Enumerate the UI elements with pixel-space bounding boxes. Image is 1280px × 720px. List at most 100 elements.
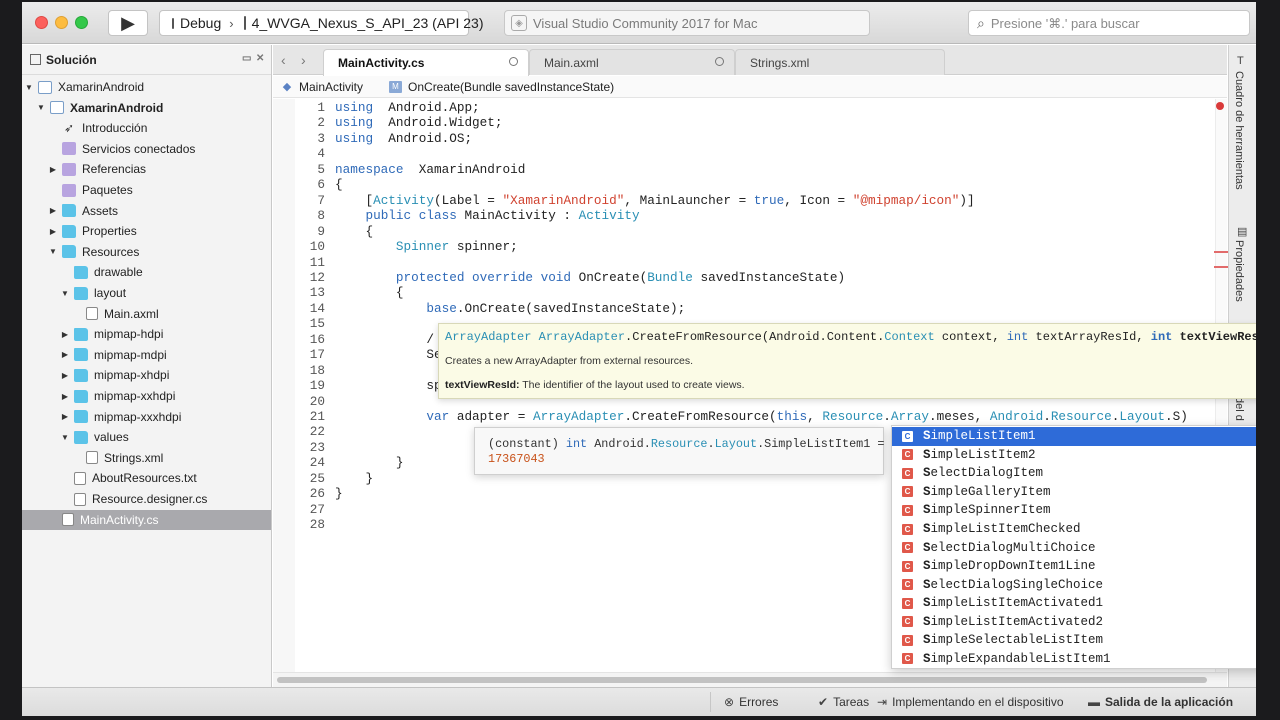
completion-item[interactable]: C SimpleGalleryItem — [892, 483, 1256, 502]
tasks-pad-button[interactable]: ✔ Tareas — [818, 695, 869, 709]
tree-item-label: Introducción — [82, 121, 148, 136]
collapsed-arrow-icon[interactable]: ▶ — [60, 371, 70, 380]
completion-item[interactable]: C SimpleDropDownItem1Line — [892, 557, 1256, 576]
tree-item[interactable]: ▶ Properties — [22, 221, 271, 241]
constant-icon: C — [902, 542, 913, 554]
constant-icon: C — [902, 449, 913, 461]
tree-item[interactable]: Strings.xml — [22, 448, 271, 468]
constant-value: 17367043 — [488, 452, 545, 466]
completion-item[interactable]: C SimpleListItemActivated1 — [892, 594, 1256, 613]
expanded-arrow-icon[interactable]: ▼ — [60, 289, 70, 298]
tab-main-axml[interactable]: Main.axml — [529, 49, 735, 75]
minimize-window-button[interactable] — [55, 16, 68, 29]
tree-item[interactable]: ▼ layout — [22, 283, 271, 303]
tree-item[interactable]: Resource.designer.cs — [22, 489, 271, 509]
run-button[interactable]: ▶ — [108, 10, 148, 36]
completion-item[interactable]: C SimpleExpandableListItem1 — [892, 650, 1256, 668]
completion-item[interactable]: C SimpleSelectableListItem — [892, 631, 1256, 650]
collapsed-arrow-icon[interactable]: ▶ — [60, 330, 70, 339]
line-number: 1 — [317, 100, 325, 115]
application-output-pad-button[interactable]: ▬ Salida de la aplicación — [1088, 695, 1233, 709]
run-configuration-selector[interactable]: Debug › 4_WVGA_Nexus_S_API_23 (API 23) — [159, 10, 484, 36]
nav-back-icon[interactable]: ‹ — [281, 52, 286, 68]
collapsed-arrow-icon[interactable]: ▶ — [60, 350, 70, 359]
tree-item[interactable]: ▶ mipmap-mdpi — [22, 345, 271, 365]
tab-mainactivity[interactable]: MainActivity.cs — [323, 49, 529, 76]
completion-item[interactable]: C SimpleListItem1 — [892, 427, 1256, 446]
tree-item[interactable]: ▼ values — [22, 427, 271, 447]
scroll-thumb[interactable] — [277, 677, 1207, 683]
code-line: 9 { — [295, 224, 1227, 240]
properties-pad-tab[interactable]: Propiedades — [1233, 240, 1245, 302]
expanded-arrow-icon[interactable]: ▼ — [60, 433, 70, 442]
nav-forward-icon[interactable]: › — [301, 52, 306, 68]
tree-item-label: mipmap-xxxhdpi — [94, 409, 182, 424]
completion-item[interactable]: C SelectDialogMultiChoice — [892, 538, 1256, 557]
breadcrumb-class[interactable]: MainActivity — [299, 80, 363, 94]
tree-item[interactable]: Servicios conectados — [22, 139, 271, 159]
completion-item[interactable]: C SimpleListItemChecked — [892, 520, 1256, 539]
tree-item[interactable]: ▼ XamarinAndroid — [22, 77, 271, 97]
collapsed-arrow-icon[interactable]: ▶ — [48, 227, 58, 236]
tree-item[interactable]: Main.axml — [22, 304, 271, 324]
tree-item[interactable]: drawable — [22, 262, 271, 282]
tab-strings-xml[interactable]: Strings.xml — [735, 49, 945, 75]
completion-list[interactable]: C SimpleListItem1 C SimpleListItem2 C SelectD… — [891, 425, 1256, 669]
tree-item[interactable]: ▶ mipmap-xhdpi — [22, 365, 271, 385]
tree-item[interactable]: ▶ mipmap-xxxhdpi — [22, 407, 271, 427]
completion-item[interactable]: C SimpleSpinnerItem — [892, 501, 1256, 520]
tab-label: Main.axml — [544, 55, 599, 70]
deploy-label: Implementando en el dispositivo — [892, 695, 1064, 709]
pad-options-icon[interactable]: ▭ — [242, 53, 251, 64]
completion-item[interactable]: C SelectDialogItem — [892, 464, 1256, 483]
deploy-pad-button[interactable]: ⇥ Implementando en el dispositivo — [877, 695, 1064, 709]
collapsed-arrow-icon[interactable]: ▶ — [60, 392, 70, 401]
tree-item[interactable]: ▶ Assets — [22, 201, 271, 221]
breadcrumb-method[interactable]: OnCreate(Bundle savedInstanceState) — [408, 80, 614, 94]
maximize-window-button[interactable] — [75, 16, 88, 29]
collapsed-arrow-icon[interactable]: ▶ — [48, 165, 58, 174]
output-label: Salida de la aplicación — [1105, 695, 1234, 709]
completion-item[interactable]: C SimpleListItemActivated2 — [892, 613, 1256, 632]
tree-item[interactable]: MainActivity.cs — [22, 509, 271, 530]
expanded-arrow-icon[interactable]: ▼ — [24, 83, 34, 92]
tree-item[interactable]: ▶ mipmap-xxhdpi — [22, 386, 271, 406]
toolbox-pad-tab[interactable]: Cuadro de herramientas — [1233, 71, 1245, 190]
folder-icon — [62, 224, 76, 238]
tree-item[interactable]: Paquetes — [22, 180, 271, 200]
ide-window: ▶ Debug › 4_WVGA_Nexus_S_API_23 (API 23)… — [22, 2, 1256, 716]
close-window-button[interactable] — [35, 16, 48, 29]
tree-item-label: drawable — [94, 265, 143, 280]
completion-item[interactable]: C SimpleListItem2 — [892, 446, 1256, 465]
completion-item-label: SimpleListItem1 — [923, 429, 1036, 444]
deploy-icon: ⇥ — [877, 695, 888, 709]
collapsed-arrow-icon[interactable]: ▶ — [48, 206, 58, 215]
folder-icon — [74, 430, 88, 444]
editor-horizontal-scrollbar[interactable] — [273, 672, 1227, 687]
code-text: using Android.OS; — [335, 130, 473, 146]
tree-item[interactable]: ▶ mipmap-hdpi — [22, 324, 271, 344]
line-number: 7 — [317, 192, 325, 208]
collapsed-arrow-icon[interactable]: ▶ — [60, 412, 70, 421]
tree-item-label: Paquetes — [82, 183, 133, 197]
close-tab-icon[interactable] — [509, 57, 518, 66]
expanded-arrow-icon[interactable]: ▼ — [36, 103, 46, 112]
line-number: 21 — [309, 409, 325, 424]
tree-item[interactable]: ➶ Introducción — [22, 118, 271, 138]
tree-item[interactable]: AboutResources.txt — [22, 468, 271, 488]
errors-pad-button[interactable]: ⊗ Errores — [724, 695, 778, 709]
search-input[interactable] — [990, 15, 1231, 31]
document-outline-pad-tab[interactable]: del d — [1233, 397, 1245, 421]
code-text: var adapter = ArrayAdapter.CreateFromRes… — [426, 409, 1188, 424]
close-pad-icon[interactable]: ✕ — [256, 53, 264, 64]
completion-item[interactable]: C SelectDialogSingleChoice — [892, 575, 1256, 594]
close-tab-icon[interactable] — [715, 57, 724, 66]
tree-item[interactable]: ▼ XamarinAndroid — [22, 98, 271, 118]
tree-item[interactable]: ▼ Resources — [22, 242, 271, 262]
global-search[interactable]: ⌕ — [968, 10, 1250, 36]
expanded-arrow-icon[interactable]: ▼ — [48, 247, 58, 256]
tree-item[interactable]: ▶ Referencias — [22, 159, 271, 179]
